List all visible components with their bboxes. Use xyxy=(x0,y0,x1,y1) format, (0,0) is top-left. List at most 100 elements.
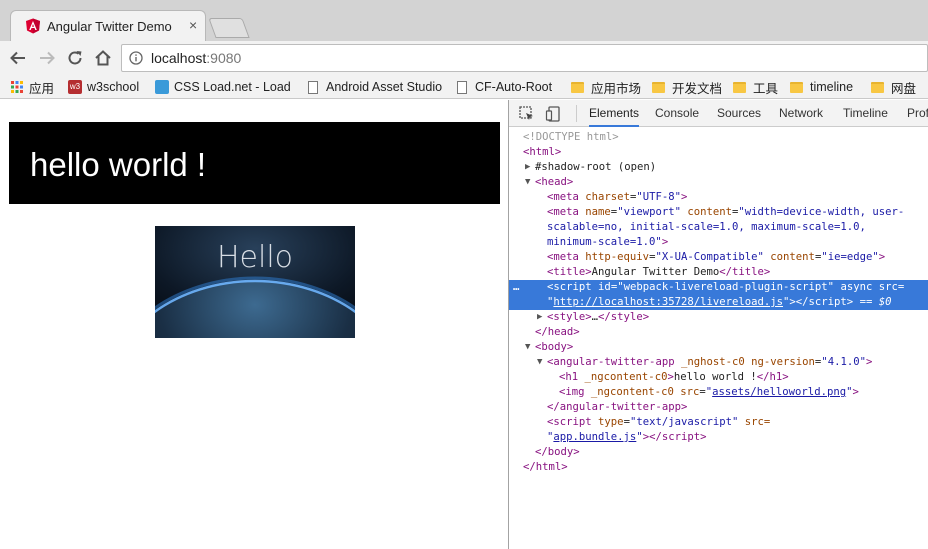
attr-name: async xyxy=(840,281,873,293)
dom-node-style[interactable]: ▶ <style>…</style> xyxy=(509,310,928,325)
folder-icon xyxy=(571,81,584,93)
collapse-arrow-icon[interactable]: ▼ xyxy=(525,340,535,355)
app-tag: angular-twitter-app xyxy=(559,401,681,413)
attr-name: name xyxy=(585,206,611,218)
page-heading: hello world ! xyxy=(30,146,207,183)
folder-icon xyxy=(733,81,746,93)
address-host: localhost xyxy=(151,50,207,66)
dom-node-body-close[interactable]: </body> xyxy=(509,445,928,460)
hello-world-image: Hello xyxy=(155,226,355,338)
dom-node-head[interactable]: ▼ <head> xyxy=(509,175,928,190)
forward-button[interactable] xyxy=(35,46,59,70)
img-src-link[interactable]: assets/helloworld.png xyxy=(712,386,846,398)
doctype-text: <!DOCTYPE html> xyxy=(523,131,619,143)
page-viewport: hello world ! Hello xyxy=(0,100,508,549)
back-arrow-icon xyxy=(10,51,25,65)
attr-name: content xyxy=(770,251,815,263)
dom-node-body[interactable]: ▼ <body> xyxy=(509,340,928,355)
head-tag: <head> xyxy=(535,176,574,188)
bookmark-label: 开发文档 xyxy=(672,81,723,96)
bookmark-folder-tools[interactable]: 工具 xyxy=(733,78,778,96)
h1-text: hello world ! xyxy=(673,371,757,383)
angular-icon xyxy=(26,18,40,34)
bookmark-folder-dev-docs[interactable]: 开发文档 xyxy=(652,78,722,96)
script-src-link[interactable]: http://localhost:35728/livereload.js xyxy=(553,296,783,308)
tab-network[interactable]: Network xyxy=(779,100,823,127)
browser-tab[interactable]: Angular Twitter Demo × xyxy=(10,10,206,41)
dom-node-bundle-script-cont[interactable]: "app.bundle.js"></script> xyxy=(509,430,928,445)
tab-sources[interactable]: Sources xyxy=(717,100,761,127)
bookmarks-bar: 应用 w3 w3school CSS Load.net - Load Andro… xyxy=(0,75,928,99)
bookmark-w3school[interactable]: w3 w3school xyxy=(68,78,139,96)
dom-node-angular-app-close[interactable]: </angular-twitter-app> xyxy=(509,400,928,415)
info-icon[interactable] xyxy=(129,51,143,65)
attr-name: charset xyxy=(585,191,630,203)
bookmark-folder-netdisk[interactable]: 网盘 xyxy=(871,78,916,96)
dom-node-meta-charset[interactable]: <meta charset="UTF-8"> xyxy=(509,190,928,205)
collapse-arrow-icon[interactable]: ▼ xyxy=(537,355,547,370)
tab-console[interactable]: Console xyxy=(655,100,699,127)
selected-marker: == $0 xyxy=(859,296,892,308)
shadow-root-text: #shadow-root (open) xyxy=(535,161,657,173)
bookmark-label: 网盘 xyxy=(891,81,917,96)
tab-timeline[interactable]: Timeline xyxy=(843,100,888,127)
device-toolbar-icon[interactable] xyxy=(545,105,563,123)
devtools-tabs: Elements Console Sources Network Timelin… xyxy=(577,100,928,127)
page-icon xyxy=(457,80,467,94)
tab-close-icon[interactable]: × xyxy=(189,17,197,33)
dom-node-doctype[interactable]: <!DOCTYPE html> xyxy=(509,130,928,145)
tab-profiles[interactable]: Profiles xyxy=(907,100,928,127)
html-tag: <html> xyxy=(523,146,562,158)
bookmark-folder-timeline[interactable]: timeline xyxy=(790,78,853,96)
collapse-arrow-icon[interactable]: ▼ xyxy=(525,175,535,190)
reload-button[interactable] xyxy=(63,46,87,70)
expand-arrow-icon[interactable]: ▶ xyxy=(525,160,535,175)
tab-title: Angular Twitter Demo xyxy=(47,19,172,34)
new-tab-button[interactable] xyxy=(208,18,250,38)
dom-node-livereload-script[interactable]: … <script id="webpack-livereload-plugin-… xyxy=(509,280,928,295)
dom-node-shadow-root[interactable]: ▶ #shadow-root (open) xyxy=(509,160,928,175)
attr-value: "webpack-livereload-plugin-script" xyxy=(617,281,835,293)
home-button[interactable] xyxy=(91,46,115,70)
address-text[interactable]: localhost:9080 xyxy=(151,50,241,66)
more-options-icon[interactable]: … xyxy=(513,280,519,295)
dom-node-meta-viewport[interactable]: <meta name="viewport" content="width=dev… xyxy=(509,205,928,220)
bundle-src-link[interactable]: app.bundle.js xyxy=(553,431,636,443)
devtools-panel: Elements Console Sources Network Timelin… xyxy=(508,100,928,549)
attr-value: "X-UA-Compatible" xyxy=(655,251,764,263)
dom-node-head-close[interactable]: </head> xyxy=(509,325,928,340)
bookmark-label: w3school xyxy=(87,80,140,94)
dom-node-html-close[interactable]: </html> xyxy=(509,460,928,475)
attr-value: "viewport" xyxy=(617,206,681,218)
forward-arrow-icon xyxy=(40,51,55,65)
bookmark-cf-auto-root[interactable]: CF-Auto-Root xyxy=(457,78,552,96)
reload-icon xyxy=(68,51,82,65)
attr-value: "UTF-8" xyxy=(636,191,681,203)
dom-node-h1[interactable]: <h1 _ngcontent-c0>hello world !</h1> xyxy=(509,370,928,385)
tab-elements[interactable]: Elements xyxy=(589,100,640,127)
devtools-toolbar: Elements Console Sources Network Timelin… xyxy=(509,100,928,127)
attr-value: "text/javascript" xyxy=(629,416,739,428)
dom-node-html[interactable]: <html> xyxy=(509,145,928,160)
dom-node-meta-xua[interactable]: <meta http-equiv="X-UA-Compatible" conte… xyxy=(509,250,928,265)
dom-node-bundle-script[interactable]: <script type="text/javascript" src= xyxy=(509,415,928,430)
dom-node-title[interactable]: <title>Angular Twitter Demo</title> xyxy=(509,265,928,280)
bookmark-apps[interactable]: 应用 xyxy=(10,78,54,96)
bookmark-label: CF-Auto-Root xyxy=(475,80,553,94)
bookmark-folder-app-market[interactable]: 应用市场 xyxy=(571,78,641,96)
attr-name: ng-version xyxy=(751,356,815,368)
dom-node-img[interactable]: <img _ngcontent-c0 src="assets/helloworl… xyxy=(509,385,928,400)
bookmark-android-asset-studio[interactable]: Android Asset Studio xyxy=(308,78,443,96)
expand-arrow-icon[interactable]: ▶ xyxy=(537,310,547,325)
folder-icon xyxy=(790,81,803,93)
attr-name: src= xyxy=(878,281,905,293)
dom-node-angular-app[interactable]: ▼ <angular-twitter-app _nghost-c0 ng-ver… xyxy=(509,355,928,370)
back-button[interactable] xyxy=(6,46,30,70)
bookmark-css-load[interactable]: CSS Load.net - Load xyxy=(155,78,292,96)
page-icon xyxy=(308,80,318,94)
dom-node-livereload-script-cont[interactable]: "http://localhost:35728/livereload.js"><… xyxy=(509,295,928,310)
attr-name: _ngcontent-c0 xyxy=(584,371,668,383)
inspect-element-icon[interactable] xyxy=(518,105,536,123)
address-bar[interactable]: localhost:9080 xyxy=(121,44,928,72)
apps-grid-icon xyxy=(11,81,23,93)
